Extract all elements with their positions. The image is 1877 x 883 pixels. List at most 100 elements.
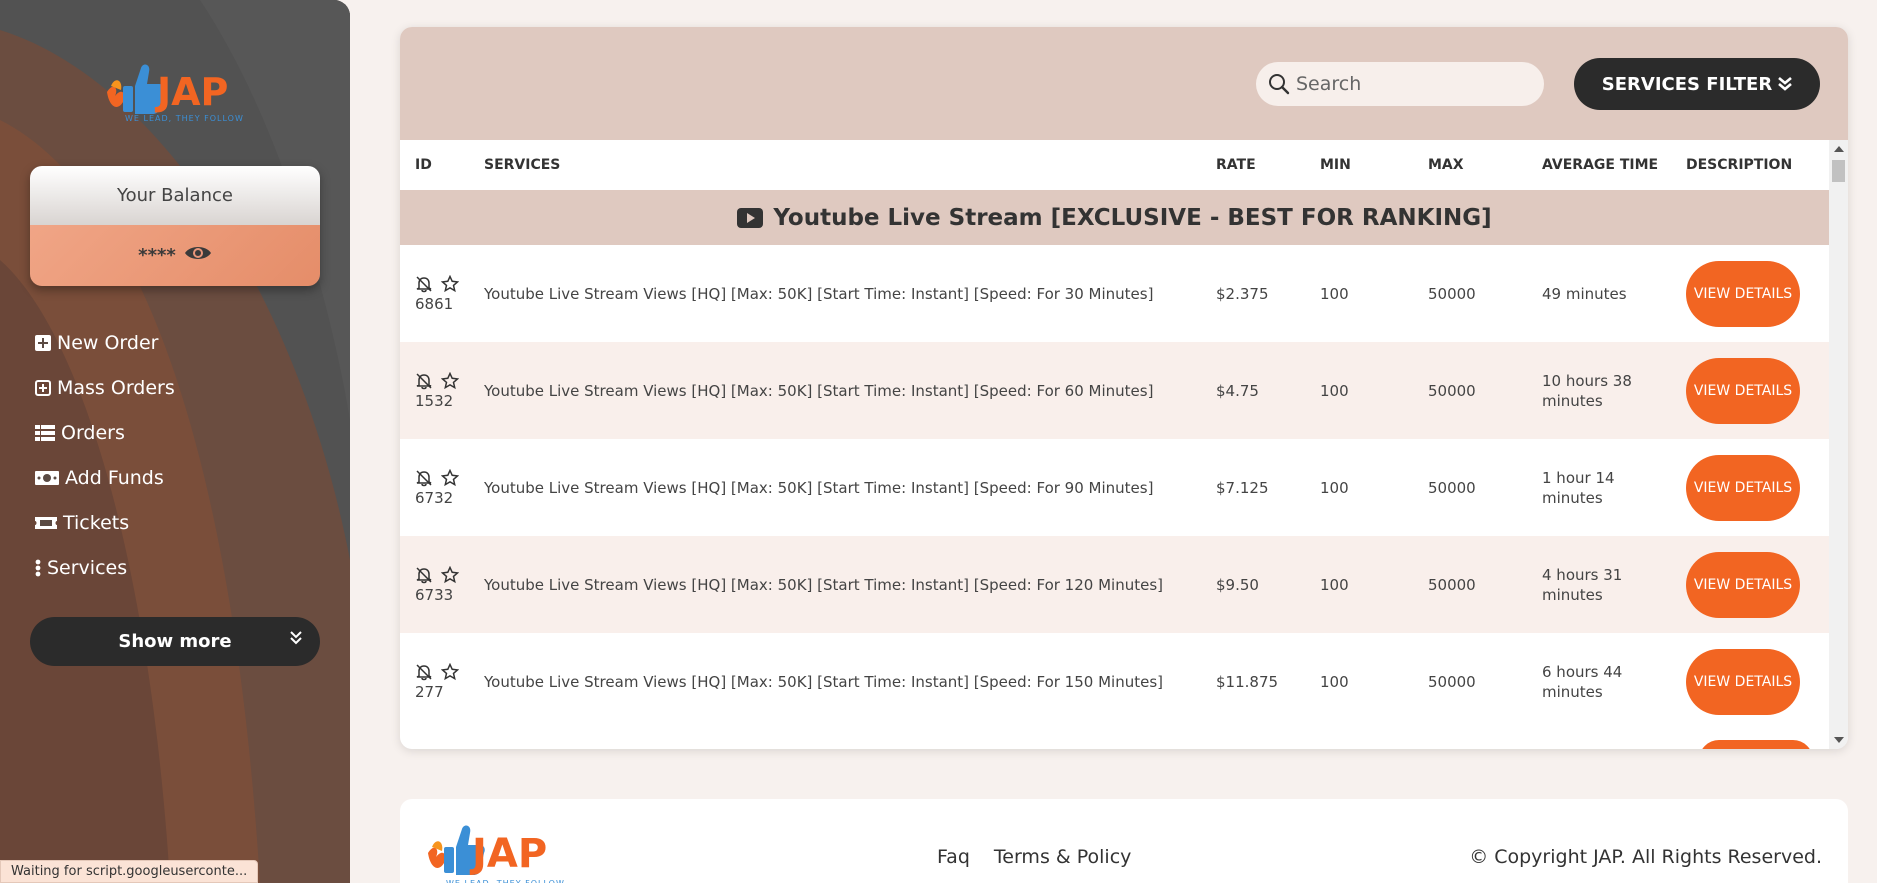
scroll-up-arrow-icon[interactable]	[1834, 146, 1844, 152]
sidebar-item-tickets[interactable]: Tickets	[35, 500, 325, 545]
bell-slash-icon[interactable]	[415, 372, 433, 390]
service-rate: $9.50	[1216, 575, 1259, 594]
footer-link-terms[interactable]: Terms & Policy	[994, 846, 1132, 868]
service-name: Youtube Live Stream Views [HQ] [Max: 50K…	[484, 478, 1154, 497]
header-services[interactable]: SERVICES	[484, 157, 1216, 173]
service-id: 6733	[415, 585, 454, 604]
id-cell: 6732	[400, 468, 484, 508]
sidebar-item-new-order[interactable]: New Order	[35, 320, 325, 365]
sidebar-nav: New Order Mass Orders Orders Add Funds T…	[35, 320, 325, 590]
service-name: Youtube Live Stream Views [HQ] [Max: 50K…	[484, 575, 1163, 594]
star-icon[interactable]	[441, 565, 459, 584]
header-description: DESCRIPTION	[1686, 157, 1793, 173]
view-details-button[interactable]: VIEW DETAILS	[1686, 648, 1800, 715]
brand-logo[interactable]: JAP WE LEAD, THEY FOLLOW	[105, 62, 250, 128]
table-row: 6861 Youtube Live Stream Views [HQ] [Max…	[400, 245, 1829, 342]
category-title: Youtube Live Stream [EXCLUSIVE - BEST FO…	[773, 204, 1492, 231]
scroll-down-arrow-icon[interactable]	[1834, 737, 1844, 743]
service-id: 6861	[415, 294, 454, 313]
services-filter-button[interactable]: SERVICES FILTER	[1574, 58, 1820, 110]
eye-icon[interactable]	[184, 243, 212, 268]
sidebar-item-orders[interactable]: Orders	[35, 410, 325, 455]
sidebar-item-services[interactable]: Services	[35, 545, 325, 590]
sidebar-item-label: Orders	[61, 421, 125, 444]
view-details-button[interactable]: VIEW DETAILS	[1686, 454, 1800, 521]
search-input[interactable]	[1296, 73, 1536, 95]
view-details-button[interactable]: VIEW DETAILS	[1686, 357, 1800, 424]
list-icon	[35, 424, 55, 441]
header-max[interactable]: MAX	[1428, 157, 1542, 173]
footer-link-faq[interactable]: Faq	[937, 846, 970, 868]
sidebar-item-label: Tickets	[63, 511, 130, 534]
sidebar-item-add-funds[interactable]: Add Funds	[35, 455, 325, 500]
service-id: 277	[415, 682, 444, 701]
header-min[interactable]: MIN	[1320, 157, 1428, 173]
service-rate: $11.875	[1216, 672, 1279, 691]
scrollbar-thumb[interactable]	[1832, 160, 1845, 182]
sidebar-item-mass-orders[interactable]: Mass Orders	[35, 365, 325, 410]
sidebar-item-label: Add Funds	[65, 466, 164, 489]
sidebar-item-label: Services	[47, 556, 128, 579]
brand-tagline: WE LEAD, THEY FOLLOW	[125, 114, 244, 123]
bell-slash-icon[interactable]	[415, 469, 433, 487]
service-name: Youtube Live Stream Views [HQ] [Max: 50K…	[484, 381, 1154, 400]
star-icon[interactable]	[441, 371, 459, 390]
header-average-time[interactable]: AVERAGE TIME	[1542, 157, 1686, 173]
bell-slash-icon[interactable]	[415, 566, 433, 584]
youtube-icon	[737, 207, 764, 228]
table-row: 6732 Youtube Live Stream Views [HQ] [Max…	[400, 439, 1829, 536]
show-more-label: Show more	[118, 631, 232, 652]
sidebar-item-label: New Order	[57, 331, 159, 354]
star-icon[interactable]	[441, 468, 459, 487]
brand-name: JAP	[157, 70, 229, 114]
service-name: Youtube Live Stream Views [HQ] [Max: 50K…	[484, 284, 1154, 303]
service-min: 100	[1320, 478, 1349, 497]
view-details-button[interactable]: VIEW DETAILS	[1686, 551, 1800, 618]
view-details-button[interactable]: VIEW DETAILS	[1686, 260, 1800, 327]
balance-label: Your Balance	[30, 166, 320, 225]
header-rate[interactable]: RATE	[1216, 157, 1320, 173]
service-name: Youtube Live Stream Views [HQ] [Max: 50K…	[484, 672, 1163, 691]
double-chevron-down-icon	[290, 631, 302, 645]
header-id[interactable]: ID	[400, 157, 484, 173]
plus-square-icon	[35, 334, 51, 351]
service-max: 50000	[1428, 381, 1476, 400]
service-average-time: 6 hours 44 minutes	[1542, 662, 1623, 701]
service-min: 100	[1320, 575, 1349, 594]
service-rate: $7.125	[1216, 478, 1269, 497]
category-row: Youtube Live Stream [EXCLUSIVE - BEST FO…	[400, 190, 1829, 245]
bell-slash-icon[interactable]	[415, 275, 433, 293]
double-chevron-down-icon	[1778, 77, 1793, 91]
star-icon[interactable]	[441, 274, 459, 293]
services-card: SERVICES FILTER ID SERVICES RATE MIN MAX…	[400, 27, 1848, 749]
table-scrollbar[interactable]	[1829, 140, 1848, 749]
plus-square-outline-icon	[35, 379, 51, 396]
view-details-button-partial[interactable]	[1699, 740, 1813, 749]
star-icon[interactable]	[441, 662, 459, 681]
bell-slash-icon[interactable]	[415, 663, 433, 681]
table-header: ID SERVICES RATE MIN MAX AVERAGE TIME DE…	[400, 140, 1829, 190]
service-max: 50000	[1428, 478, 1476, 497]
table-row: 1532 Youtube Live Stream Views [HQ] [Max…	[400, 342, 1829, 439]
service-id: 6732	[415, 488, 454, 507]
service-id: 1532	[415, 391, 454, 410]
service-rate: $4.75	[1216, 381, 1259, 400]
search-box[interactable]	[1256, 62, 1544, 106]
footer: JAP WE LEAD, THEY FOLLOW Faq Terms & Pol…	[400, 799, 1848, 883]
sidebar-item-label: Mass Orders	[57, 376, 175, 399]
thumbs-up-icon	[107, 64, 164, 114]
show-more-button[interactable]: Show more	[30, 617, 320, 666]
balance-value-row: ****	[30, 225, 320, 286]
browser-status-bar: Waiting for script.googleuserconte...	[0, 860, 259, 883]
id-cell: 1532	[400, 371, 484, 411]
sidebar: JAP WE LEAD, THEY FOLLOW Your Balance **…	[0, 0, 350, 883]
id-cell: 6733	[400, 565, 484, 605]
copyright-text: © Copyright JAP. All Rights Reserved.	[1469, 846, 1822, 868]
services-filter-label: SERVICES FILTER	[1601, 73, 1773, 95]
footer-logo[interactable]: JAP WE LEAD, THEY FOLLOW	[426, 823, 564, 883]
id-cell: 277	[400, 662, 484, 702]
service-max: 50000	[1428, 672, 1476, 691]
service-average-time: 4 hours 31 minutes	[1542, 565, 1623, 604]
footer-links: Faq Terms & Policy	[937, 846, 1131, 868]
service-rate: $2.375	[1216, 284, 1269, 303]
